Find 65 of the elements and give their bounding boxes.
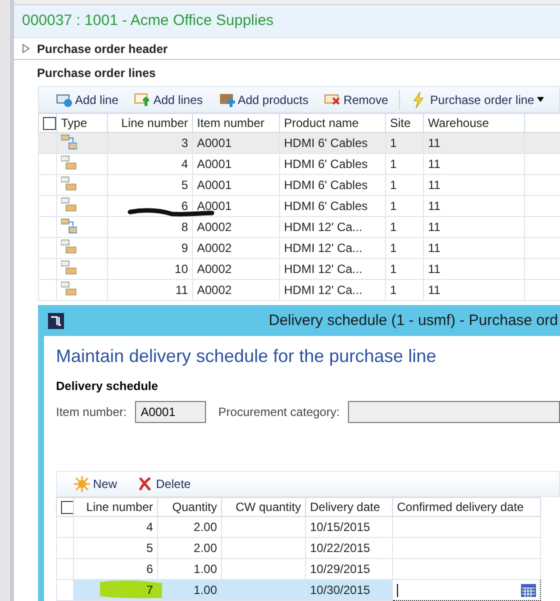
add-lines-icon	[134, 92, 150, 108]
table-cell: 1	[386, 280, 424, 300]
delete-icon	[137, 476, 154, 492]
toolbar-button[interactable]: Purchase order line	[406, 92, 550, 108]
column-header[interactable]: Warehouse	[424, 114, 524, 132]
dialog-title: Delivery schedule (1 - usmf) - Purchase ord	[268, 312, 558, 329]
order-line-icon	[61, 176, 77, 192]
column-header[interactable]: Item number	[192, 114, 280, 132]
section-header[interactable]: Purchase order header	[37, 42, 168, 56]
section-header: Purchase order lines	[37, 66, 156, 80]
table-row[interactable]: 4 A0001 HDMI 6' Cables 1 11	[38, 154, 560, 174]
group-label: Delivery schedule	[56, 379, 160, 393]
toolbar-button[interactable]: New	[69, 476, 122, 492]
select-all-checkbox[interactable]	[61, 501, 72, 514]
table-row[interactable]: 5 2.00 10/22/2015	[56, 538, 540, 558]
dialog-heading: Maintain delivery schedule for the purchase line	[56, 346, 438, 367]
table-row[interactable]: 9 A0002 HDMI 12' Ca... 1 11	[38, 238, 560, 258]
input-field[interactable]: A0001	[134, 401, 206, 423]
table-row[interactable]: 10 A0002 HDMI 12' Ca... 1 11	[38, 258, 560, 280]
table-cell: A0002	[192, 280, 280, 300]
table-row[interactable]: 11 A0002 HDMI 12' Ca... 1 11	[38, 280, 560, 300]
column-header[interactable]: Line number	[108, 114, 192, 132]
table-row[interactable]: 6 A0001 HDMI 6' Cables 1 11	[38, 196, 560, 216]
expand-icon[interactable]	[22, 44, 30, 54]
split-line-icon	[61, 218, 77, 234]
column-header[interactable]: Type	[56, 114, 108, 132]
column-header[interactable]: Quantity	[158, 498, 222, 516]
table-row[interactable]: 6 1.00 10/29/2015	[56, 558, 540, 580]
record-title: 000037 : 1001 - Acme Office Supplies	[22, 12, 274, 30]
field-label: Procurement category:	[218, 405, 340, 419]
order-line-icon	[61, 196, 77, 212]
table-cell: 11	[424, 280, 524, 300]
toolbar-button[interactable]: Delete	[132, 476, 196, 492]
toolbar-button[interactable]: Add products	[214, 92, 314, 108]
column-header[interactable]: Confirmed delivery date	[392, 498, 540, 516]
sun-icon	[74, 476, 90, 492]
order-line-icon	[61, 260, 77, 276]
input-field[interactable]	[348, 401, 560, 423]
column-header[interactable]: Site	[386, 114, 424, 132]
column-header[interactable]: Delivery date	[306, 498, 392, 516]
order-line-icon	[61, 238, 77, 254]
column-header[interactable]: CW quantity	[222, 498, 306, 516]
box-icon	[218, 92, 235, 108]
column-header[interactable]: Line number	[74, 498, 158, 516]
order-line-icon	[61, 280, 77, 296]
add-line-icon	[56, 92, 72, 108]
table-cell: 11	[108, 280, 192, 300]
caret-icon	[537, 97, 544, 102]
toolbar-button[interactable]: Add lines	[129, 92, 208, 108]
table-row[interactable]: 5 A0001 HDMI 6' Cables 1 11	[38, 174, 560, 196]
app-icon	[48, 312, 64, 328]
toolbar-button[interactable]: Add line	[51, 92, 124, 108]
select-all-checkbox[interactable]	[43, 117, 56, 130]
text-cursor	[397, 584, 398, 596]
calendar-icon[interactable]	[521, 584, 536, 596]
table-cell: HDMI 12' Ca...	[280, 280, 386, 300]
table-cell: 10/30/2015	[306, 580, 392, 600]
split-line-icon	[61, 134, 77, 150]
order-line-icon	[61, 154, 77, 170]
field-label: Item number:	[56, 405, 127, 419]
column-header[interactable]: Product name	[280, 114, 386, 132]
table-row[interactable]: 8 A0002 HDMI 12' Ca... 1 11	[38, 216, 560, 238]
table-row[interactable]: 4 2.00 10/15/2015	[56, 516, 540, 538]
table-row[interactable]: 3 A0001 HDMI 6' Cables 1 11	[38, 132, 560, 154]
toolbar-button[interactable]: Remove	[319, 92, 394, 108]
